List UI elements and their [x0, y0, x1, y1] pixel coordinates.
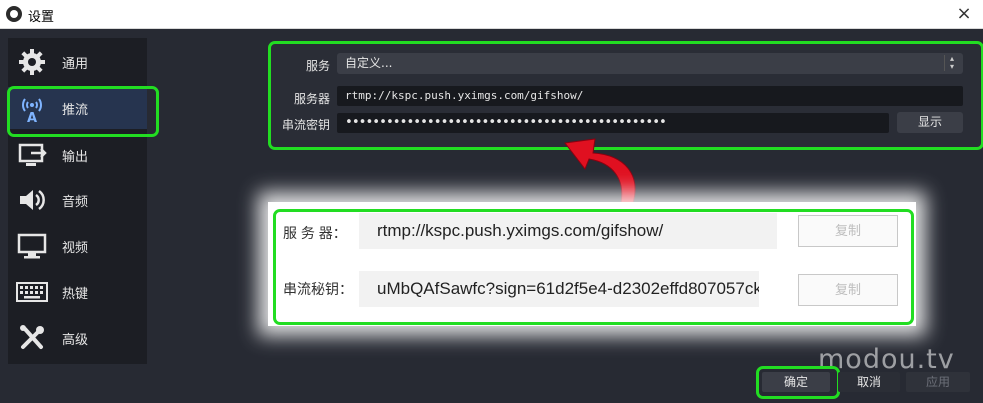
- sidebar-item-audio[interactable]: 音频: [8, 179, 147, 221]
- sidebar-item-hotkeys[interactable]: 热键: [8, 271, 147, 313]
- obs-logo-icon: [6, 6, 22, 22]
- sidebar-item-general[interactable]: 通用: [8, 41, 147, 83]
- apply-button[interactable]: 应用: [906, 372, 970, 392]
- sidebar-item-label: 高级: [62, 332, 89, 348]
- gear-icon: [16, 46, 48, 78]
- red-arrow-annotation: [564, 138, 636, 204]
- tools-icon: [16, 322, 48, 354]
- sidebar-item-label: 输出: [62, 149, 89, 165]
- highlight-copy-card: [273, 209, 914, 325]
- sidebar-item-video[interactable]: 视频: [8, 225, 147, 267]
- window-title: 设置: [28, 10, 55, 25]
- output-icon: [16, 139, 48, 171]
- highlight-ok-button: [756, 366, 840, 399]
- sidebar-item-label: 通用: [62, 56, 89, 72]
- sidebar-item-label: 视频: [62, 240, 89, 256]
- sidebar-item-output[interactable]: 输出: [8, 134, 147, 176]
- monitor-icon: [16, 230, 48, 262]
- cancel-button[interactable]: 取消: [838, 372, 900, 392]
- sidebar-item-advanced[interactable]: 高级: [8, 317, 147, 359]
- speaker-icon: [16, 184, 48, 216]
- title-bar: 设置 ×: [0, 0, 983, 29]
- close-icon[interactable]: ×: [953, 3, 975, 25]
- highlight-stream-tab: [7, 86, 159, 137]
- sidebar-item-label: 音频: [62, 194, 89, 210]
- sidebar-item-label: 热键: [62, 286, 89, 302]
- keyboard-icon: [16, 276, 48, 308]
